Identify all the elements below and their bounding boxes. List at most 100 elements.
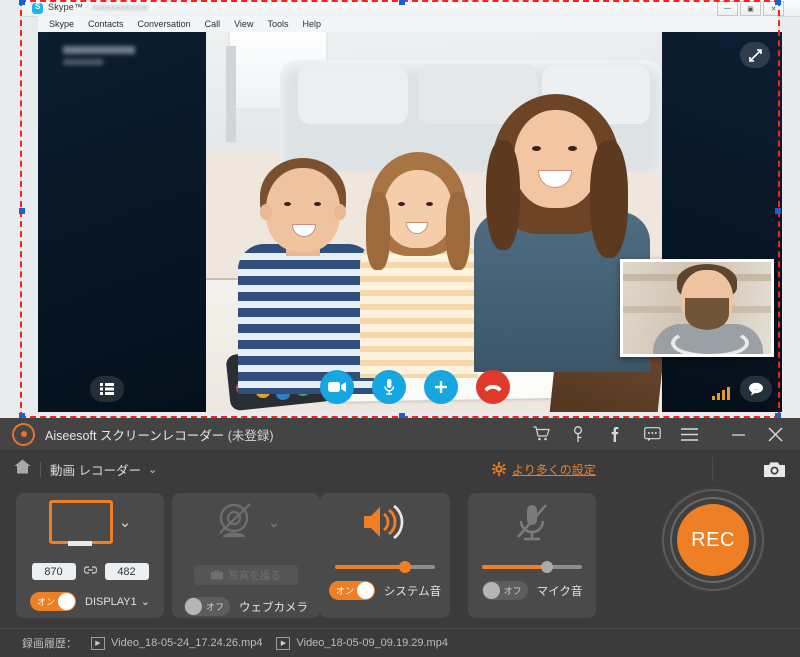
webcam-toggle[interactable]: オフ xyxy=(184,597,230,616)
webcam-chevron-down-icon[interactable]: ⌄ xyxy=(268,513,281,531)
screen-recorder-window: Aiseesoft スクリーンレコーダー (未登録) 動画 レコーダー ⌄ より… xyxy=(0,418,800,657)
fullscreen-icon xyxy=(748,48,762,62)
webcam-toggle-row: オフ ウェブカメラ xyxy=(172,597,320,616)
system-sound-icon-row xyxy=(320,493,450,551)
system-volume-slider[interactable] xyxy=(335,561,435,573)
skype-window-buttons: — ▣ ✕ xyxy=(717,1,784,16)
fullscreen-button[interactable] xyxy=(740,42,770,68)
capture-width-input[interactable]: 870 xyxy=(31,563,76,580)
webcam-label: ウェブカメラ xyxy=(239,601,308,614)
system-sound-label: システム音 xyxy=(383,585,442,598)
menu-icon[interactable] xyxy=(680,425,698,443)
list-icon xyxy=(100,383,114,395)
stage-background-left xyxy=(38,32,206,412)
chevron-down-icon[interactable]: ⌄ xyxy=(148,463,157,476)
aiseesoft-logo-icon xyxy=(12,422,35,446)
menu-item-skype[interactable]: Skype xyxy=(42,18,81,30)
record-ring-inner xyxy=(670,497,756,583)
system-sound-toggle[interactable]: オン xyxy=(328,581,375,600)
more-settings-label: より多くの設定 xyxy=(512,462,596,477)
call-control-bar xyxy=(320,370,510,404)
speaker-icon[interactable] xyxy=(360,501,410,543)
microphone-toggle-label: オフ xyxy=(503,586,522,596)
facebook-icon[interactable] xyxy=(606,425,624,443)
display-chevron-down-icon[interactable]: ⌄ xyxy=(119,513,132,531)
webcam-snapshot-label: 写真を撮る xyxy=(228,569,281,582)
capture-size-row: 870 482 xyxy=(16,563,164,580)
remote-video-feed xyxy=(206,32,662,412)
capture-height-input[interactable]: 482 xyxy=(104,563,149,580)
more-settings-link[interactable]: より多くの設定 xyxy=(492,461,596,478)
resize-handle-middle-left[interactable] xyxy=(19,208,25,214)
panel-microphone: オフ マイク音 xyxy=(468,493,596,618)
microphone-volume-thumb[interactable] xyxy=(541,561,553,573)
display-toggle-label: オン xyxy=(37,597,56,607)
signal-strength-indicator xyxy=(712,387,730,400)
close-icon[interactable] xyxy=(766,425,784,443)
hang-up-button[interactable] xyxy=(476,370,510,404)
system-sound-toggle-row: オン システム音 xyxy=(320,581,450,600)
menu-item-view[interactable]: View xyxy=(227,18,260,30)
menu-item-call[interactable]: Call xyxy=(198,18,228,30)
display-source-chevron-down-icon: ⌄ xyxy=(140,596,150,608)
phone-hangup-icon xyxy=(484,384,502,392)
microphone-muted-icon[interactable] xyxy=(510,501,554,543)
self-view-video[interactable] xyxy=(620,259,774,357)
webcam-disabled-icon[interactable] xyxy=(212,501,262,543)
skype-maximize-button[interactable]: ▣ xyxy=(740,1,761,16)
recording-history-bar: 録画履歴： ▶ Video_18-05-24_17.24.26.mp4 ▶ Vi… xyxy=(0,628,800,657)
display-source-dropdown[interactable]: DISPLAY1 ⌄ xyxy=(85,595,150,609)
skype-minimize-button[interactable]: — xyxy=(717,1,738,16)
display-source-label: DISPLAY1 xyxy=(85,595,137,608)
history-label: 録画履歴： xyxy=(22,638,77,650)
history-file-item[interactable]: ▶ Video_18-05-09_09.19.29.mp4 xyxy=(276,636,448,650)
recorder-subbar: 動画 レコーダー ⌄ より多くの設定 xyxy=(0,451,800,487)
history-file-name: Video_18-05-09_09.19.29.mp4 xyxy=(296,637,448,649)
menu-item-help[interactable]: Help xyxy=(295,18,328,30)
key-icon[interactable] xyxy=(569,425,587,443)
history-file-name: Video_18-05-24_17.24.26.mp4 xyxy=(111,637,263,649)
recorder-panels: ⌄ 870 482 オン DISPLAY1 ⌄ ⌄ 写真を撮る オフ ウェブカメ… xyxy=(0,487,800,640)
display-toggle-row: オン DISPLAY1 ⌄ xyxy=(16,592,164,611)
caller-name-label xyxy=(63,46,193,65)
cart-icon[interactable] xyxy=(532,425,550,443)
chain-link-icon[interactable] xyxy=(83,565,97,578)
display-toggle[interactable]: オン xyxy=(30,592,76,611)
skype-window-title: Skype™ - xxxxxxxxxxxx xyxy=(48,2,148,12)
screen-root: Skype™ - xxxxxxxxxxxx — ▣ ✕ Skype Contac… xyxy=(0,0,800,657)
display-icon-row: ⌄ xyxy=(16,493,164,551)
minimize-icon[interactable] xyxy=(729,425,747,443)
history-file-item[interactable]: ▶ Video_18-05-24_17.24.26.mp4 xyxy=(91,636,263,650)
microphone-label: マイク音 xyxy=(536,585,583,598)
recorder-titlebar: Aiseesoft スクリーンレコーダー (未登録) xyxy=(0,418,800,451)
microphone-toggle[interactable]: オフ xyxy=(481,581,528,600)
microphone-volume-slider[interactable] xyxy=(482,561,582,573)
video-toggle-button[interactable] xyxy=(320,370,354,404)
skype-app-name: Skype™ xyxy=(48,2,84,12)
call-menu-button[interactable] xyxy=(90,376,124,402)
menu-item-tools[interactable]: Tools xyxy=(260,18,295,30)
menu-item-conversation[interactable]: Conversation xyxy=(131,18,198,30)
monitor-icon[interactable] xyxy=(48,500,113,546)
camera-icon[interactable] xyxy=(764,461,785,477)
microphone-toggle-row: オフ マイク音 xyxy=(468,581,596,600)
recorder-app-name: Aiseesoft スクリーンレコーダー xyxy=(45,428,225,443)
plus-icon xyxy=(435,381,447,393)
mode-label: 動画 レコーダー xyxy=(50,463,141,478)
mute-button[interactable] xyxy=(372,370,406,404)
add-participant-button[interactable] xyxy=(424,370,458,404)
feedback-icon[interactable] xyxy=(643,425,661,443)
chat-bubble-icon: … xyxy=(749,382,763,396)
panel-system-sound: オン システム音 xyxy=(320,493,450,618)
recorder-titlebar-icons xyxy=(532,425,800,443)
svg-text:…: … xyxy=(754,386,759,392)
registration-status: (未登録) xyxy=(227,428,274,443)
chat-button[interactable]: … xyxy=(740,376,772,402)
system-volume-thumb[interactable] xyxy=(399,561,411,573)
menu-item-contacts[interactable]: Contacts xyxy=(81,18,131,30)
skype-close-button[interactable]: ✕ xyxy=(763,1,784,16)
skype-menubar: Skype Contacts Conversation Call View To… xyxy=(38,16,778,33)
webcam-toggle-label: オフ xyxy=(205,602,224,612)
panel-webcam: ⌄ 写真を撮る オフ ウェブカメラ xyxy=(172,493,320,618)
home-icon[interactable] xyxy=(14,459,31,479)
